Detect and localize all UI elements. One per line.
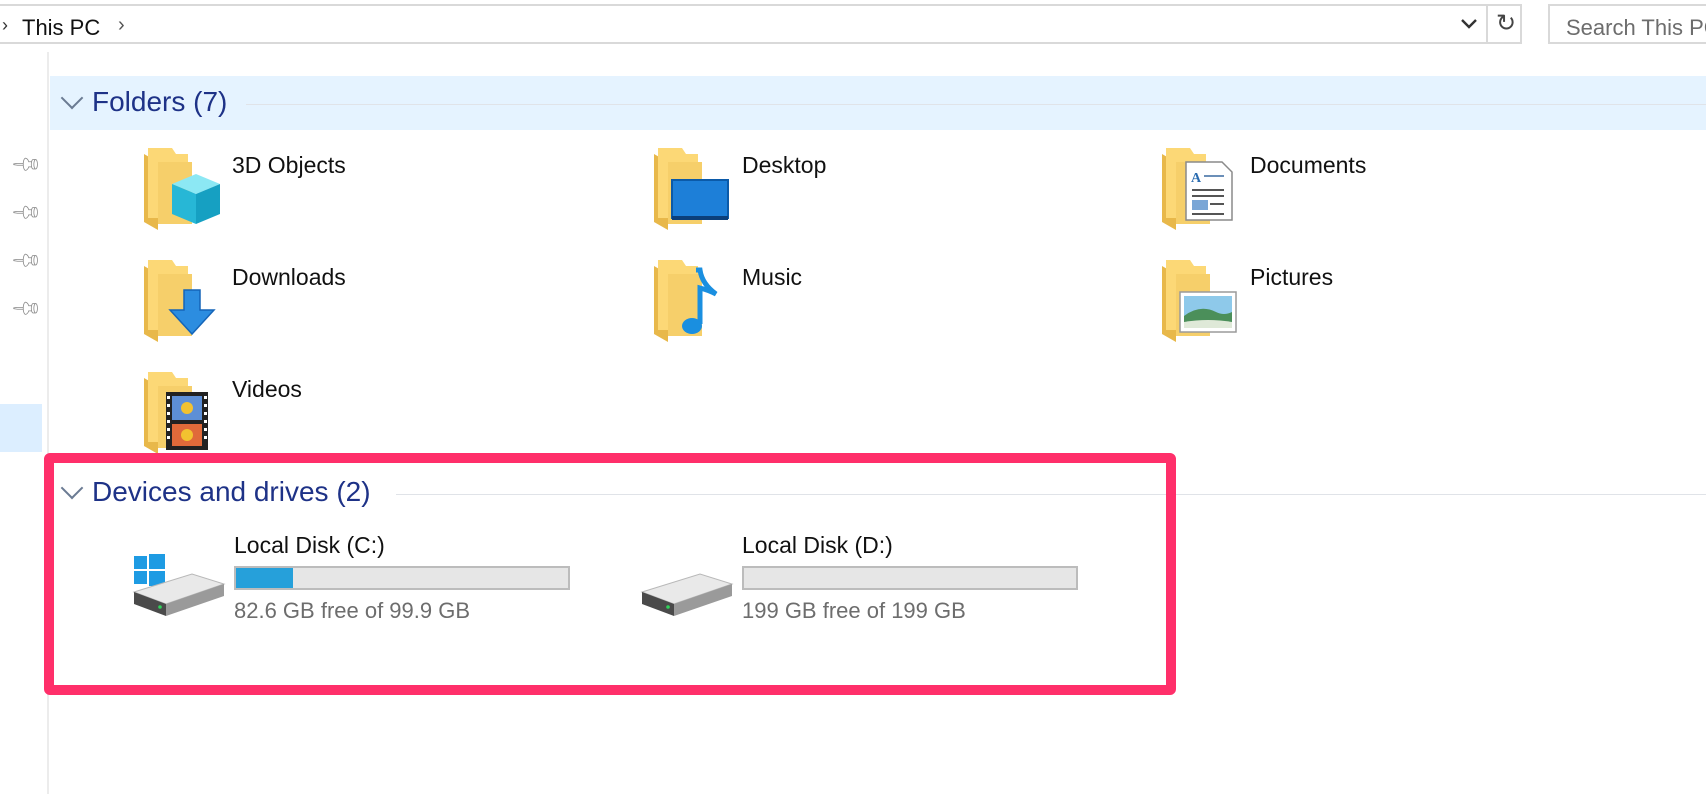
search-input[interactable]: Search This PC (1548, 4, 1706, 44)
documents-folder-icon: A (1162, 148, 1233, 230)
svg-text:A: A (1191, 171, 1202, 186)
pin-icon[interactable]: 📌︎ (9, 243, 45, 279)
3d-objects-folder-icon (144, 148, 220, 230)
folder-label: Downloads (232, 264, 346, 290)
pin-icon[interactable]: 📌︎ (9, 147, 45, 183)
group-divider (246, 104, 1706, 105)
search-placeholder: Search This PC (1566, 15, 1706, 40)
group-header-folders[interactable]: Folders (7) (50, 76, 1706, 130)
address-bar[interactable]: › This PC › ↻ (0, 4, 1522, 44)
folder-label: Pictures (1250, 264, 1334, 290)
folder-label: Music (742, 264, 803, 290)
folder-downloads[interactable]: Downloads (142, 256, 542, 352)
navigation-pane[interactable]: 📌︎ 📌︎ 📌︎ 📌︎ (0, 52, 49, 794)
folder-documents[interactable]: A Documents (1160, 144, 1560, 240)
breadcrumb-this-pc[interactable]: This PC (22, 15, 100, 41)
folder-desktop[interactable]: Desktop (652, 144, 1052, 240)
folder-label: 3D Objects (232, 152, 346, 178)
collapse-chevron-icon[interactable] (60, 86, 84, 110)
folder-label: Documents (1250, 152, 1367, 178)
videos-folder-icon (144, 372, 208, 454)
folder-videos[interactable]: Videos (142, 368, 542, 464)
refresh-icon[interactable]: ↻ (1486, 6, 1524, 42)
highlight-box (44, 453, 1176, 695)
folder-label: Desktop (742, 152, 827, 178)
breadcrumb-expand-icon[interactable]: › (2, 15, 8, 36)
pin-icon[interactable]: 📌︎ (9, 195, 45, 231)
downloads-folder-icon (144, 260, 216, 342)
folder-label: Videos (232, 376, 302, 402)
music-folder-icon (654, 260, 718, 342)
pictures-folder-icon (1162, 260, 1237, 342)
breadcrumb-chevron-icon[interactable]: › (118, 14, 125, 37)
address-history-dropdown-icon[interactable] (1460, 14, 1478, 37)
pin-icon[interactable]: 📌︎ (9, 291, 45, 327)
folder-music[interactable]: Music (652, 256, 1052, 352)
nav-selected-item[interactable] (0, 404, 42, 452)
desktop-folder-icon (654, 148, 729, 230)
folder-3d-objects[interactable]: 3D Objects (142, 144, 542, 240)
folder-pictures[interactable]: Pictures (1160, 256, 1560, 352)
group-title-folders: Folders (7) (92, 86, 228, 117)
